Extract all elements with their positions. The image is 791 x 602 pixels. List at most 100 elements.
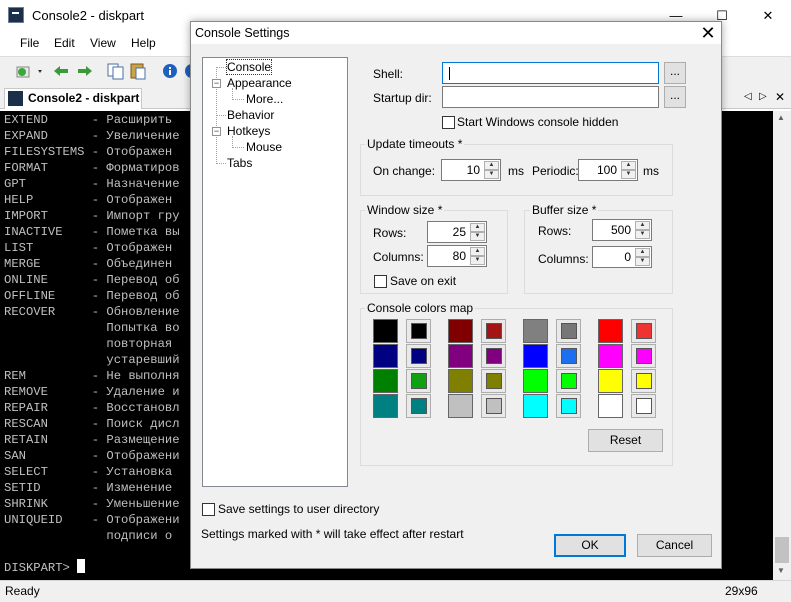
color-button-15[interactable] <box>631 394 656 418</box>
save-user-dir-checkbox[interactable] <box>202 503 215 516</box>
scroll-up-icon[interactable]: ▲ <box>777 113 785 122</box>
tree-line <box>232 147 244 148</box>
color-button-3[interactable] <box>631 319 656 343</box>
prev-tab-button[interactable] <box>52 62 70 80</box>
console-app-icon <box>8 7 24 23</box>
tree-item-hotkeys[interactable]: Hotkeys <box>227 124 270 138</box>
tree-item-tabs[interactable]: Tabs <box>227 156 252 170</box>
shell-browse-button[interactable]: ... <box>664 62 686 84</box>
spin-down-icon[interactable]: ▼ <box>484 170 499 179</box>
color-button-6[interactable] <box>556 344 581 368</box>
color-swatch-12[interactable] <box>373 394 398 418</box>
cancel-button[interactable]: Cancel <box>637 534 712 557</box>
color-button-12[interactable] <box>406 394 431 418</box>
color-button-8[interactable] <box>406 369 431 393</box>
color-button-5[interactable] <box>481 344 506 368</box>
tree-item-mouse[interactable]: Mouse <box>246 140 282 154</box>
scroll-down-icon[interactable]: ▼ <box>777 566 785 575</box>
console-line: SHRINK - Уменьшение <box>4 497 180 511</box>
color-swatch-5[interactable] <box>448 344 473 368</box>
spin-up-icon[interactable]: ▲ <box>484 161 499 170</box>
color-button-9[interactable] <box>481 369 506 393</box>
tab-scroll-right-icon[interactable]: ▷ <box>759 91 767 102</box>
color-button-11[interactable] <box>631 369 656 393</box>
color-swatch-4[interactable] <box>373 344 398 368</box>
startup-dir-input[interactable] <box>442 86 659 108</box>
color-swatch-2[interactable] <box>523 319 548 343</box>
color-swatch-3[interactable] <box>598 319 623 343</box>
spin-down-icon[interactable]: ▼ <box>470 232 485 241</box>
buffer-rows-spinner[interactable]: 500 ▲ ▼ <box>592 219 652 241</box>
color-button-fill <box>561 348 577 364</box>
spin-down-icon[interactable]: ▼ <box>621 170 636 179</box>
app-close-button[interactable]: ✕ <box>745 0 791 31</box>
menu-help[interactable]: Help <box>131 36 156 50</box>
paste-button[interactable] <box>129 62 147 80</box>
tree-item-console[interactable]: Console <box>225 59 273 75</box>
color-button-10[interactable] <box>556 369 581 393</box>
window-columns-spinner[interactable]: 80 ▲ ▼ <box>427 245 487 267</box>
color-button-2[interactable] <box>556 319 581 343</box>
startup-browse-button[interactable]: ... <box>664 86 686 108</box>
tree-item-more[interactable]: More... <box>246 92 283 106</box>
color-swatch-15[interactable] <box>598 394 623 418</box>
color-swatch-11[interactable] <box>598 369 623 393</box>
tree-item-appearance[interactable]: Appearance <box>227 76 292 90</box>
color-button-14[interactable] <box>556 394 581 418</box>
color-swatch-9[interactable] <box>448 369 473 393</box>
console-scrollbar[interactable] <box>773 111 791 580</box>
start-hidden-checkbox[interactable] <box>442 116 455 129</box>
close-icon: ✕ <box>700 23 716 43</box>
color-swatch-10[interactable] <box>523 369 548 393</box>
collapse-icon[interactable]: − <box>212 79 221 88</box>
next-tab-button[interactable] <box>76 62 94 80</box>
spin-up-icon[interactable]: ▲ <box>470 247 485 256</box>
spin-up-icon[interactable]: ▲ <box>635 221 650 230</box>
spin-up-icon[interactable]: ▲ <box>470 223 485 232</box>
shell-input[interactable] <box>442 62 659 84</box>
console-prompt: DISKPART> <box>4 559 86 576</box>
reset-colors-button[interactable]: Reset <box>588 429 663 452</box>
color-swatch-6[interactable] <box>523 344 548 368</box>
spin-up-icon[interactable]: ▲ <box>621 161 636 170</box>
tab-close-icon[interactable]: ✕ <box>775 90 785 104</box>
window-rows-spinner[interactable]: 25 ▲ ▼ <box>427 221 487 243</box>
menu-view[interactable]: View <box>90 36 116 50</box>
color-swatch-1[interactable] <box>448 319 473 343</box>
copy-button[interactable] <box>107 62 125 80</box>
tree-item-behavior[interactable]: Behavior <box>227 108 274 122</box>
about-button[interactable] <box>161 62 179 80</box>
periodic-value: 100 <box>596 163 617 177</box>
tab-scroll-left-icon[interactable]: ◁ <box>744 91 752 102</box>
spin-down-icon[interactable]: ▼ <box>635 257 650 266</box>
color-button-7[interactable] <box>631 344 656 368</box>
color-button-13[interactable] <box>481 394 506 418</box>
buffer-columns-spinner[interactable]: 0 ▲ ▼ <box>592 246 652 268</box>
window-rows-value: 25 <box>452 225 466 239</box>
spin-up-icon[interactable]: ▲ <box>635 248 650 257</box>
color-swatch-13[interactable] <box>448 394 473 418</box>
color-swatch-8[interactable] <box>373 369 398 393</box>
spin-down-icon[interactable]: ▼ <box>470 256 485 265</box>
dialog-close-button[interactable]: ✕ <box>694 22 722 44</box>
console-line: RECOVER - Обновление <box>4 305 180 319</box>
console-line: RETAIN - Размещение <box>4 433 180 447</box>
save-on-exit-checkbox[interactable] <box>374 275 387 288</box>
color-button-4[interactable] <box>406 344 431 368</box>
color-swatch-14[interactable] <box>523 394 548 418</box>
ok-button[interactable]: OK <box>554 534 626 557</box>
scrollbar-thumb[interactable] <box>775 537 789 563</box>
collapse-icon[interactable]: − <box>212 127 221 136</box>
periodic-spinner[interactable]: 100 ▲ ▼ <box>578 159 638 181</box>
color-swatch-7[interactable] <box>598 344 623 368</box>
color-button-0[interactable] <box>406 319 431 343</box>
on-change-spinner[interactable]: 10 ▲ ▼ <box>441 159 501 181</box>
menu-file[interactable]: File <box>20 36 39 50</box>
color-button-1[interactable] <box>481 319 506 343</box>
console-line: FILESYSTEMS - Отображен <box>4 145 173 159</box>
menu-edit[interactable]: Edit <box>54 36 75 50</box>
spin-down-icon[interactable]: ▼ <box>635 230 650 239</box>
color-swatch-0[interactable] <box>373 319 398 343</box>
new-tab-button[interactable] <box>16 62 42 80</box>
color-button-fill <box>486 373 502 389</box>
